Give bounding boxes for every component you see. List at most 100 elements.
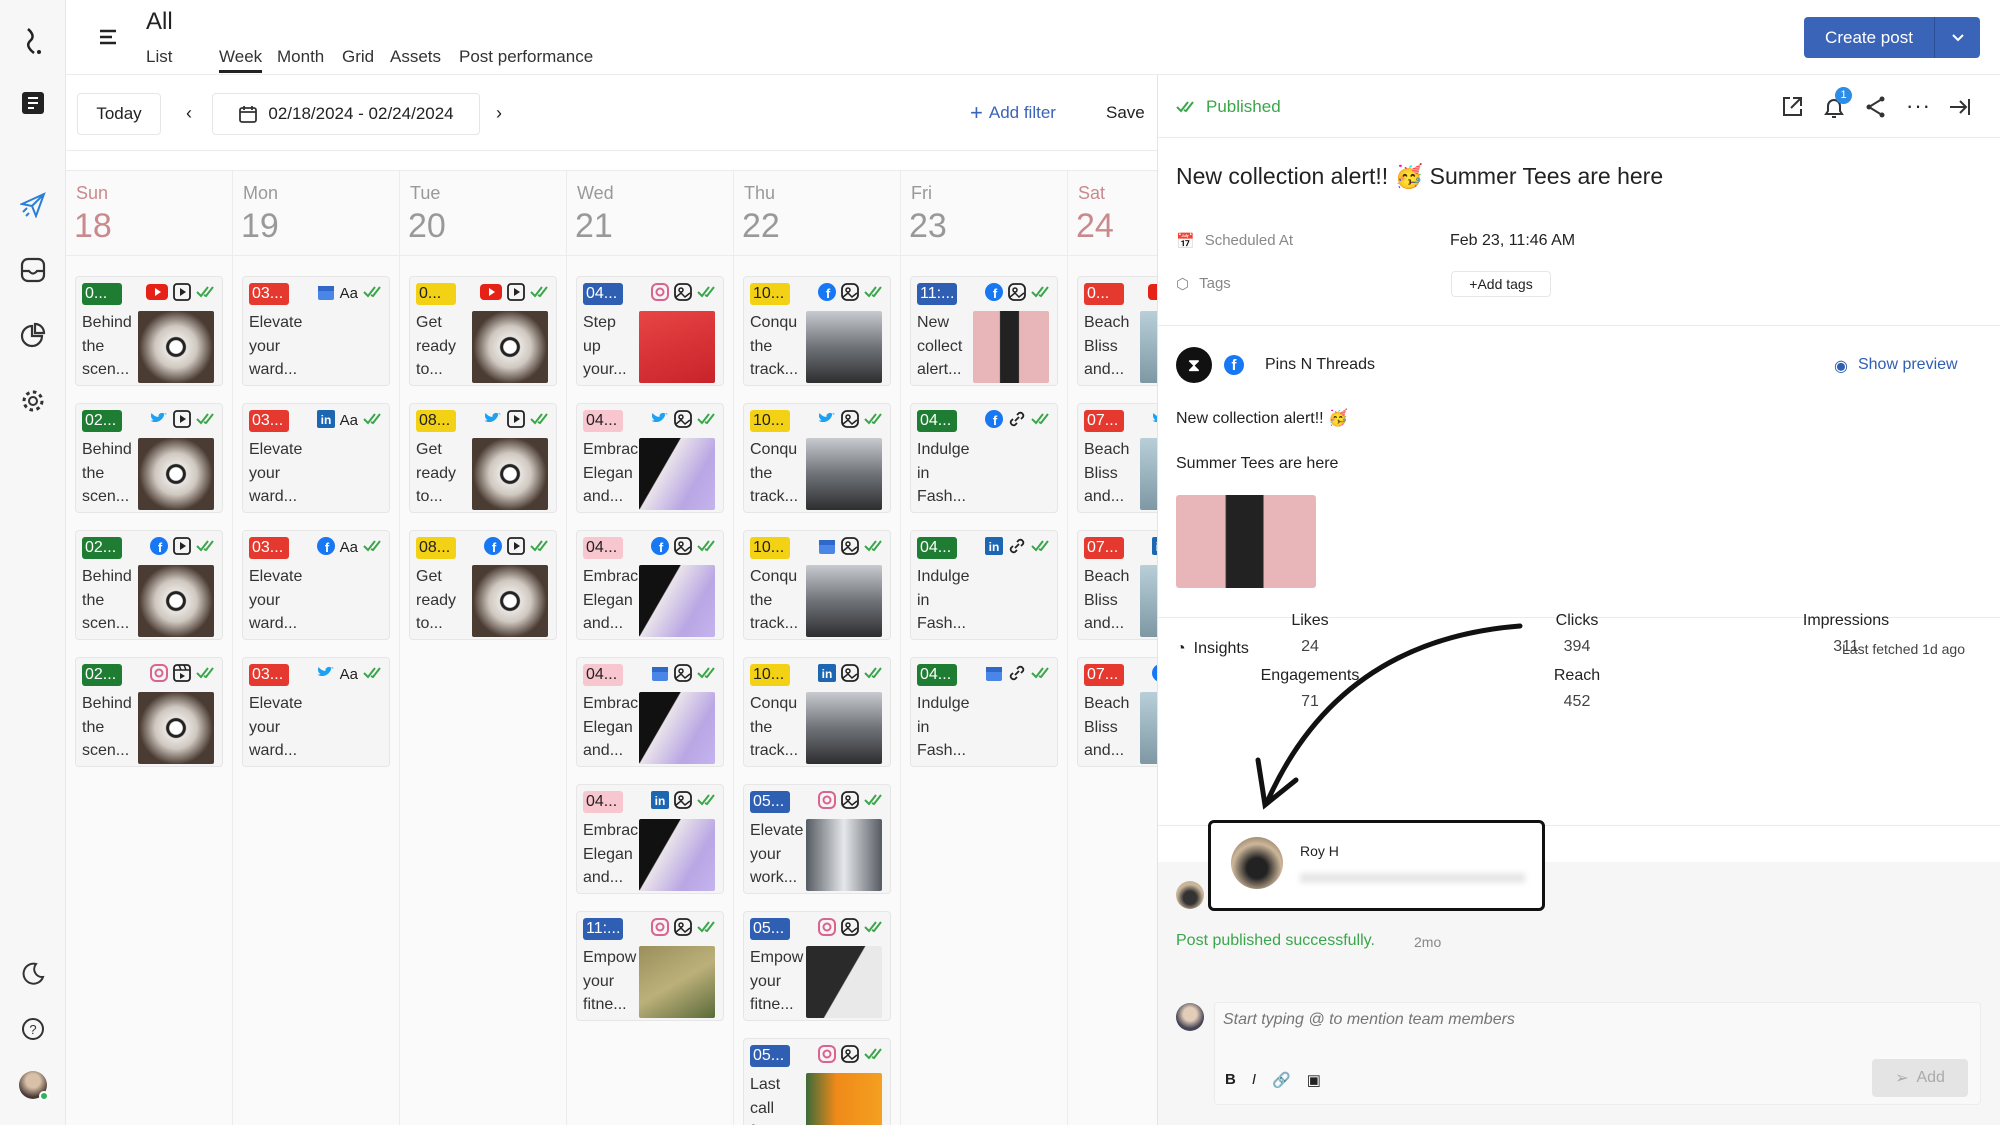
post-card[interactable]: 0... Beach Bliss and... bbox=[1077, 276, 1157, 386]
text-type-icon: Aa bbox=[339, 412, 358, 429]
post-title-line: Step bbox=[583, 314, 616, 331]
post-card[interactable]: 07... Beach Bliss and... bbox=[1077, 403, 1157, 513]
account-avatar: ⧗ bbox=[1176, 347, 1212, 383]
post-card[interactable]: 10... Conqu the track... bbox=[743, 530, 891, 640]
post-thumbnail bbox=[1140, 311, 1157, 383]
menu-icon[interactable] bbox=[98, 28, 118, 51]
user-popup-email-blurred bbox=[1300, 873, 1525, 883]
scheduled-label-text: Scheduled At bbox=[1204, 232, 1294, 249]
svg-text:f: f bbox=[659, 540, 664, 555]
day-number: 20 bbox=[408, 207, 446, 245]
external-link-icon[interactable] bbox=[1780, 95, 1804, 124]
more-options-icon[interactable]: ··· bbox=[1906, 93, 1931, 119]
drafts-icon[interactable] bbox=[18, 88, 48, 118]
post-title: Beach Bliss and... bbox=[1084, 565, 1142, 636]
post-title-line: the bbox=[82, 591, 105, 609]
post-card[interactable]: 07... f BeachBlissand... bbox=[1077, 657, 1157, 767]
create-post-label[interactable]: Create post bbox=[1804, 17, 1934, 58]
post-card[interactable]: 02... f Behind the scen... bbox=[75, 530, 223, 640]
post-card[interactable]: 11:... f New collect alert... bbox=[910, 276, 1058, 386]
post-thumbnail bbox=[1140, 565, 1157, 637]
post-card[interactable]: 11:... Empow your fitne... bbox=[576, 911, 724, 1021]
post-card[interactable]: 0... Behind the scen... bbox=[75, 276, 223, 386]
post-time-badge: 04... bbox=[583, 537, 623, 559]
post-card[interactable]: 10... f Conqu the track... bbox=[743, 276, 891, 386]
facebook-icon: f bbox=[150, 536, 168, 560]
post-card[interactable]: 03... in Aa Elevate your ward... bbox=[242, 403, 390, 513]
help-icon[interactable]: ? bbox=[18, 1014, 48, 1044]
tab-grid[interactable]: Grid bbox=[342, 47, 374, 67]
post-card[interactable]: 03... Aa Elevate your ward... bbox=[242, 657, 390, 767]
collapse-panel-icon[interactable] bbox=[1948, 95, 1972, 124]
bell-icon[interactable]: 1 bbox=[1822, 87, 1852, 126]
instagram-icon bbox=[818, 790, 836, 814]
post-image[interactable] bbox=[1176, 495, 1316, 588]
post-card[interactable]: 05... Elevate your work... bbox=[743, 784, 891, 894]
post-card[interactable]: 04... Step up your... bbox=[576, 276, 724, 386]
reel-type-icon bbox=[173, 663, 191, 687]
post-card[interactable]: 07... in BeachBlissand... bbox=[1077, 530, 1157, 640]
post-card[interactable]: 04... Embrac Elegan and... bbox=[576, 403, 724, 513]
post-card[interactable]: 02... Behind the scen... bbox=[75, 657, 223, 767]
post-card[interactable]: 04... in Indulge in Fash... bbox=[910, 530, 1058, 640]
metric-label: Clicks bbox=[1555, 612, 1599, 629]
add-filter-button[interactable]: + Add filter bbox=[970, 100, 1056, 126]
post-title-line: the bbox=[750, 337, 773, 355]
bold-icon[interactable]: B bbox=[1225, 1071, 1236, 1089]
gmb-icon bbox=[317, 283, 335, 306]
prev-week-icon[interactable]: ‹ bbox=[186, 103, 192, 124]
post-card[interactable]: 0... Get ready to... bbox=[409, 276, 557, 386]
inbox-icon[interactable] bbox=[18, 255, 48, 285]
post-card[interactable]: 05... Empow your fitne... bbox=[743, 911, 891, 1021]
tab-month[interactable]: Month bbox=[277, 47, 324, 67]
post-card[interactable]: 04... in Embrac Elegan and... bbox=[576, 784, 724, 894]
logo-icon[interactable] bbox=[18, 26, 48, 56]
add-tags-button[interactable]: + Add tags bbox=[1451, 271, 1551, 297]
post-card[interactable]: 03... Aa Elevate your ward... bbox=[242, 276, 390, 386]
image-icon[interactable]: ▣ bbox=[1307, 1071, 1321, 1089]
post-title-line: track... bbox=[750, 742, 799, 759]
post-card[interactable]: 10... in Conqu the track... bbox=[743, 657, 891, 767]
comment-input[interactable] bbox=[1223, 1011, 1923, 1029]
add-comment-button[interactable]: ➢ Add bbox=[1872, 1059, 1968, 1097]
post-card[interactable]: 08... Get ready to... bbox=[409, 403, 557, 513]
tab-week[interactable]: Week bbox=[219, 47, 263, 73]
publish-icon[interactable] bbox=[18, 190, 48, 220]
post-title-line: the bbox=[750, 591, 773, 609]
post-card[interactable]: 04... Embrac Elegan and... bbox=[576, 657, 724, 767]
published-check-icon bbox=[697, 666, 717, 685]
post-card[interactable]: 04... f Embrac Elegan and... bbox=[576, 530, 724, 640]
post-title-line: fitne... bbox=[583, 996, 627, 1013]
post-card[interactable]: 04... Indulge in Fash... bbox=[910, 657, 1058, 767]
tab-list[interactable]: List bbox=[146, 47, 172, 67]
post-card[interactable]: 04... f Indulge in Fash... bbox=[910, 403, 1058, 513]
header: All List Week Month Grid Assets Post performa… bbox=[66, 0, 2000, 75]
post-card[interactable]: 03... f Aa Elevate your ward... bbox=[242, 530, 390, 640]
show-preview-button[interactable]: ◉ Show preview bbox=[1834, 356, 1958, 376]
next-week-icon[interactable]: › bbox=[496, 103, 502, 124]
today-button[interactable]: Today bbox=[77, 93, 161, 135]
user-avatar[interactable] bbox=[18, 1070, 49, 1101]
dark-mode-icon[interactable] bbox=[18, 958, 48, 988]
tab-post-performance[interactable]: Post performance bbox=[459, 47, 593, 67]
date-range-picker[interactable]: 02/18/2024 - 02/24/2024 bbox=[212, 93, 480, 135]
calendar-icon: 📅 bbox=[1176, 233, 1195, 250]
create-post-button[interactable]: Create post bbox=[1804, 17, 1980, 58]
settings-icon[interactable] bbox=[18, 386, 48, 416]
italic-icon[interactable]: I bbox=[1252, 1071, 1256, 1089]
image-type-icon bbox=[674, 282, 692, 306]
share-icon[interactable] bbox=[1864, 95, 1888, 124]
chevron-down-icon[interactable] bbox=[1934, 17, 1980, 58]
day-name: Mon bbox=[243, 183, 279, 203]
post-card[interactable]: 10... Conqu the track... bbox=[743, 403, 891, 513]
post-thumbnail bbox=[639, 311, 715, 383]
save-button[interactable]: Save bbox=[1106, 103, 1145, 123]
comment-box[interactable]: BI 🔗 ▣ ➢ Add bbox=[1214, 1002, 1981, 1105]
post-card[interactable]: 02... Behind the scen... bbox=[75, 403, 223, 513]
tab-assets[interactable]: Assets bbox=[390, 47, 441, 67]
post-card[interactable]: 05... Last call f... bbox=[743, 1038, 891, 1125]
analytics-icon[interactable] bbox=[18, 320, 48, 350]
post-card[interactable]: 08... f Get ready to... bbox=[409, 530, 557, 640]
link-icon[interactable]: 🔗 bbox=[1272, 1071, 1291, 1089]
post-title-line: Conqu bbox=[750, 314, 798, 331]
